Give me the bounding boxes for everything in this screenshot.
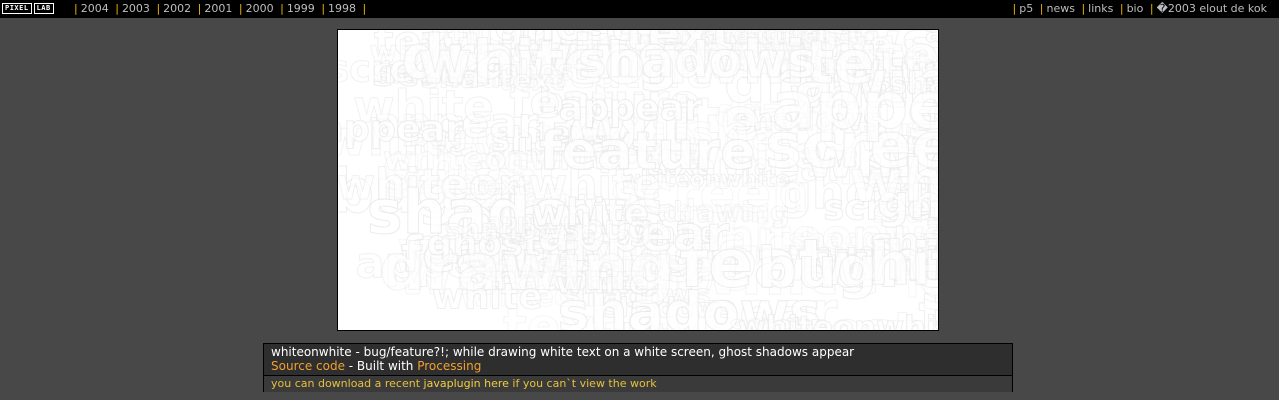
logo-right: LAB [33, 3, 54, 14]
ghost-word: bug [757, 236, 877, 301]
source-code-link[interactable]: Source code [271, 359, 345, 373]
ghost-word: appear [338, 107, 463, 150]
javaplugin-link[interactable]: javaplugin here [424, 377, 509, 390]
nav-links[interactable]: links [1088, 2, 1113, 15]
nav-p5[interactable]: p5 [1019, 2, 1033, 15]
ghost-text-canvas: shadowsshadowsshadowsshadowsbugwhiteshad… [338, 30, 938, 330]
ghost-word: white [849, 148, 938, 216]
built-with-text: - Built with [344, 359, 418, 373]
ghost-word: whiteonwhite [738, 310, 938, 330]
download-row: you can download a recent javaplugin her… [264, 375, 1012, 392]
nav-year-2000[interactable]: 2000 [246, 2, 274, 15]
year-nav: | 2004 | 2003 | 2002 | 2001 | 2000 | 1999 | 199… [74, 2, 367, 15]
source-row: Source code - Built with Processing [271, 359, 481, 373]
ghost-word: appear [772, 69, 938, 144]
download-post-text: if you can`t view the work [508, 377, 657, 390]
download-pre-text: you can download a recent [271, 377, 424, 390]
work-description: whiteonwhite - bug/feature?!; while draw… [271, 345, 855, 359]
site-nav: | p5 | news | links | bio | �2003 elout de ko… [1012, 2, 1267, 15]
applet-canvas[interactable]: shadowsshadowsshadowsshadowsbugwhiteshad… [337, 29, 939, 331]
top-navigation-bar: PIXEL LAB | 2004 | 2003 | 2002 | 2001 | 2000 … [0, 0, 1279, 18]
nav-copyright[interactable]: �2003 elout de kok [1157, 2, 1267, 15]
nav-bio[interactable]: bio [1127, 2, 1144, 15]
pixel-lab-logo[interactable]: PIXEL LAB [2, 3, 54, 14]
work-info-panel: whiteonwhite - bug/feature?!; while draw… [263, 343, 1013, 392]
nav-year-2004[interactable]: 2004 [81, 2, 109, 15]
nav-news[interactable]: news [1046, 2, 1074, 15]
nav-year-2001[interactable]: 2001 [204, 2, 232, 15]
processing-link[interactable]: Processing [417, 359, 481, 373]
nav-year-2002[interactable]: 2002 [163, 2, 191, 15]
ghost-word: text [472, 172, 529, 201]
ghost-word: text [499, 64, 564, 97]
ghost-word: feature [539, 122, 756, 182]
nav-year-2003[interactable]: 2003 [122, 2, 150, 15]
logo-left: PIXEL [2, 3, 32, 14]
ghost-word: whiteonwhite [408, 328, 606, 330]
ghost-word: appear [925, 30, 938, 49]
ghost-word: bug [580, 208, 652, 247]
nav-year-1998[interactable]: 1998 [328, 2, 356, 15]
nav-year-1999[interactable]: 1999 [287, 2, 315, 15]
